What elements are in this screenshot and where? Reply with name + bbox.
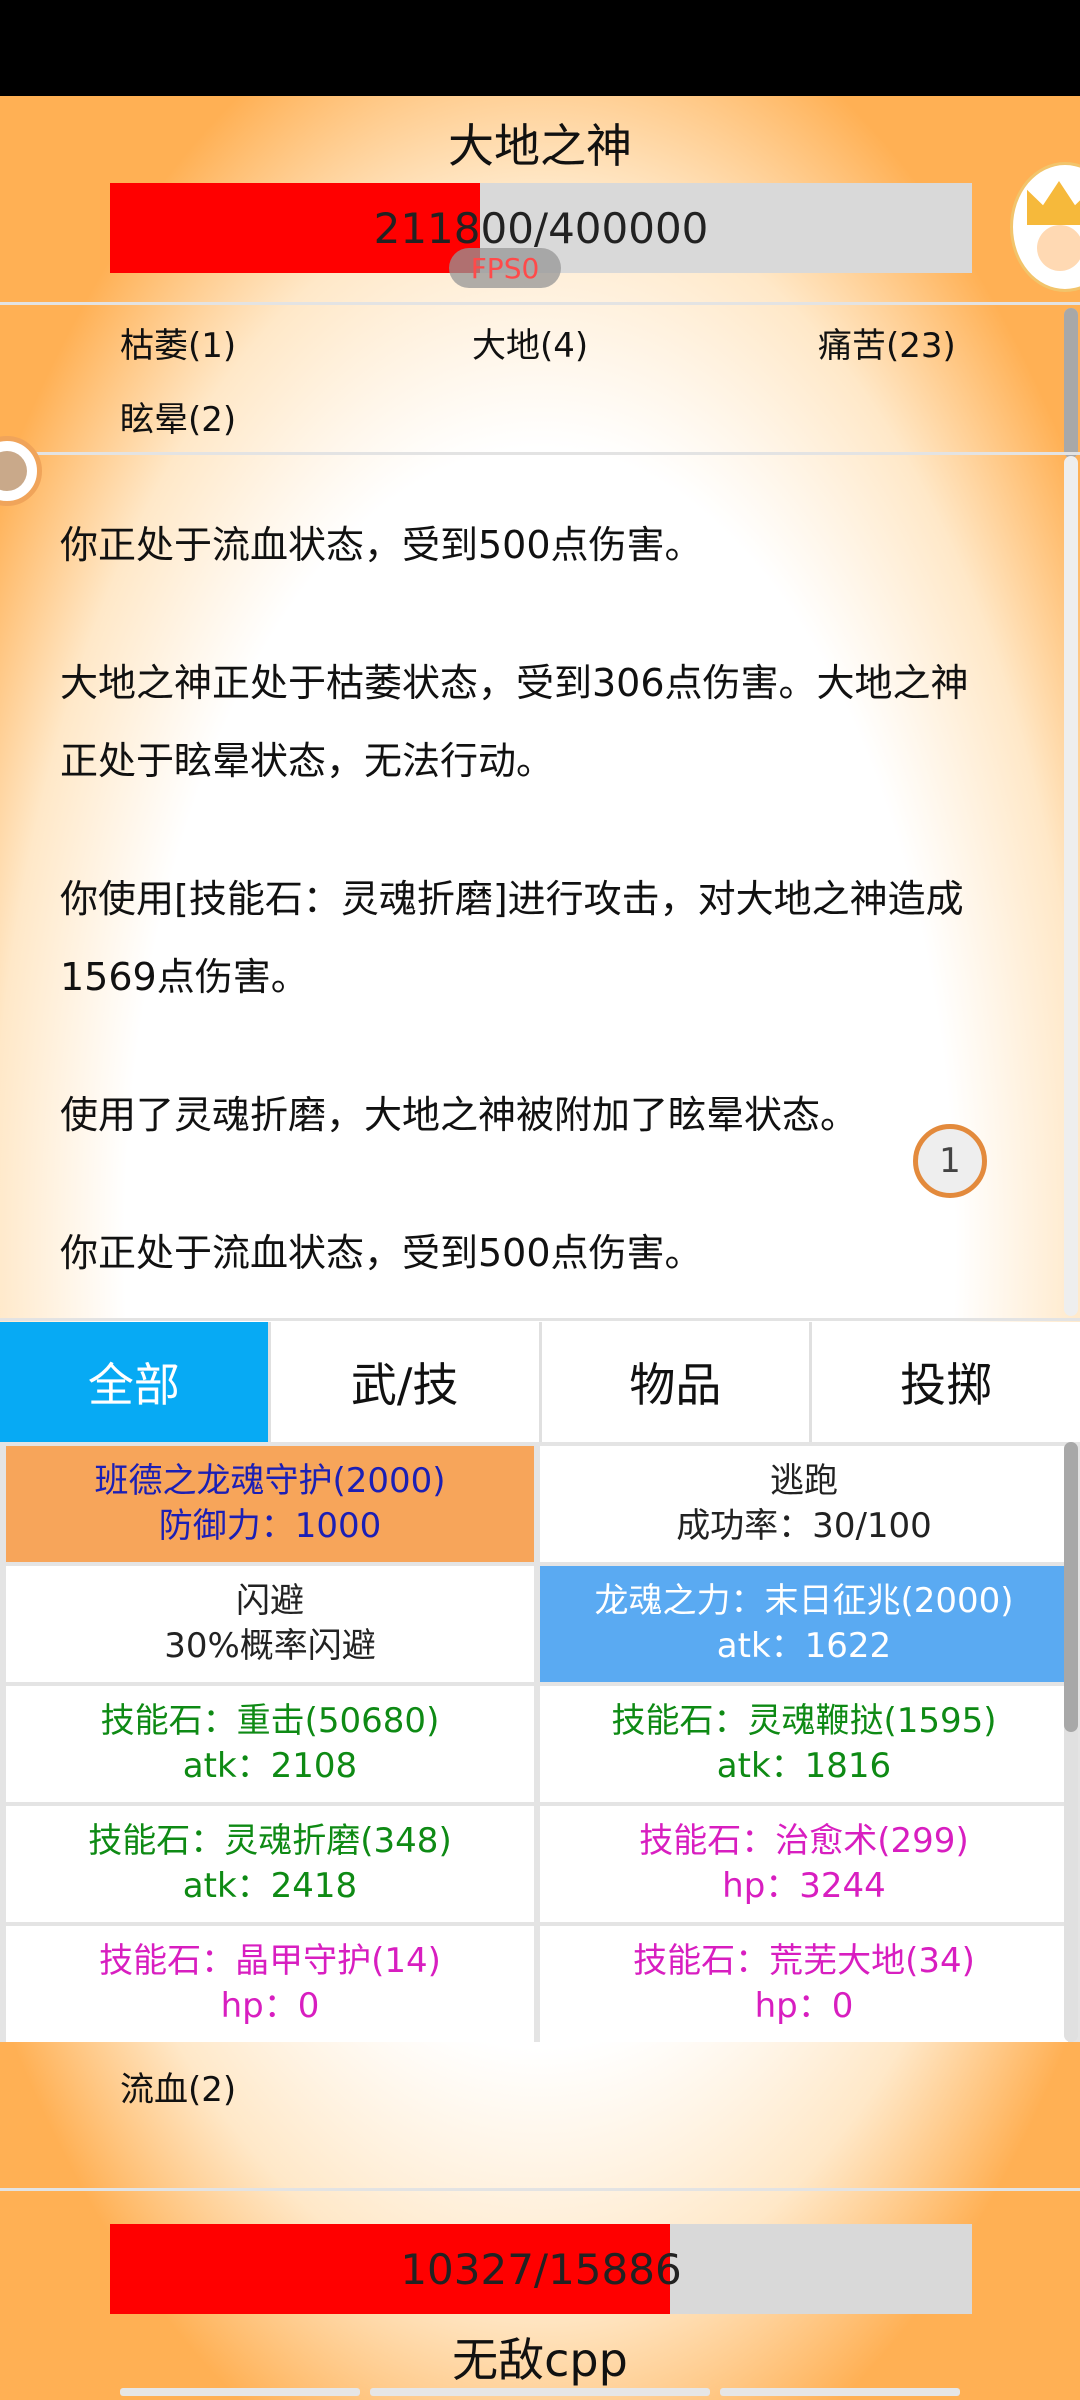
dodge-button[interactable]: 闪避 30%概率闪避 [6,1566,534,1682]
skill-button[interactable]: 技能石：灵魂鞭挞(1595) atk：1816 [540,1686,1068,1802]
boss-status-pain: 痛苦(23) [818,326,956,366]
skill-stat: atk：2108 [182,1746,358,1786]
bottom-slot[interactable] [120,2388,360,2396]
log-scroll-track[interactable] [1064,456,1078,1316]
skill-stat: hp：0 [754,1986,854,2026]
battle-log: 你正处于流血状态，受到500点伤害。 大地之神正处于枯萎状态，受到306点伤害。… [60,506,1000,1352]
skill-stat: 成功率：30/100 [676,1506,932,1546]
crown-icon [1027,181,1080,225]
bottom-slot[interactable] [370,2388,710,2396]
divider [0,302,1080,305]
skill-stat: hp：0 [220,1986,320,2026]
log-entry: 你正处于流血状态，受到500点伤害。 [60,523,703,567]
divider [0,2188,1080,2191]
skill-name: 技能石：晶甲守护(14) [99,1941,441,1981]
divider [0,1318,1080,1321]
boss-status-stun: 眩晕(2) [120,400,237,440]
tab-throw[interactable]: 投掷 [812,1322,1080,1442]
skill-button[interactable]: 技能石：灵魂折磨(348) atk：2418 [6,1806,534,1922]
skill-button[interactable]: 技能石：荒芜大地(34) hp：0 [540,1926,1068,2042]
skill-name: 技能石：治愈术(299) [639,1821,969,1861]
log-entry: 使用了灵魂折磨，大地之神被附加了眩晕状态。 [60,1093,859,1137]
action-tabs: 全部 武/技 物品 投掷 [0,1322,1080,1442]
skill-button[interactable]: 班德之龙魂守护(2000) 防御力：1000 [6,1446,534,1562]
skill-stat: atk：1622 [716,1626,892,1666]
skill-stat: hp：3244 [722,1866,886,1906]
player-name: 无敌cpp [452,2333,628,2387]
skill-stat: atk：2418 [182,1866,358,1906]
skill-grid: 班德之龙魂守护(2000) 防御力：1000 逃跑 成功率：30/100 闪避 … [0,1442,1080,2042]
log-entry: 你使用[技能石：灵魂折磨]进行攻击，对大地之神造成1569点伤害。 [60,877,964,999]
log-entry: 大地之神正处于枯萎状态，受到306点伤害。大地之神正处于眩晕状态，无法行动。 [60,661,969,783]
status-scroll-track[interactable] [1064,308,1078,458]
skill-name: 技能石：灵魂鞭挞(1595) [611,1701,997,1741]
skill-button[interactable]: 技能石：重击(50680) atk：2108 [6,1686,534,1802]
boss-status-withered: 枯萎(1) [120,326,237,366]
skill-name: 技能石：重击(50680) [100,1701,440,1741]
floating-assist-button[interactable] [0,436,42,506]
skill-name: 班德之龙魂守护(2000) [94,1461,446,1501]
skill-stat: atk：1816 [716,1746,892,1786]
skill-name: 龙魂之力：末日征兆(2000) [594,1581,1014,1621]
assist-icon [0,451,27,491]
skill-button[interactable]: 技能石：治愈术(299) hp：3244 [540,1806,1068,1922]
system-status-bar [0,0,1080,96]
tab-weapon-skill[interactable]: 武/技 [270,1322,542,1442]
skill-button[interactable]: 技能石：晶甲守护(14) hp：0 [6,1926,534,2042]
skill-stat: 防御力：1000 [158,1506,382,1546]
divider [0,452,1080,455]
skill-name: 逃跑 [770,1461,838,1501]
boss-name: 大地之神 [448,119,632,173]
status-scroll-thumb[interactable] [1064,308,1078,458]
skill-name: 技能石：荒芜大地(34) [633,1941,975,1981]
skill-name: 技能石：灵魂折磨(348) [88,1821,452,1861]
counter-badge[interactable]: 1 [913,1124,987,1198]
skill-scroll-track[interactable] [1064,1442,1078,2042]
log-entry: 你正处于流血状态，受到500点伤害。 [60,1231,703,1275]
avatar[interactable] [1010,162,1080,292]
battle-screen: 大地之神 211800/400000 FPS0 枯萎(1) 大地(4) 痛苦(2… [0,96,1080,2400]
fps-badge: FPS0 [449,248,561,288]
skill-name: 闪避 [236,1581,304,1621]
player-hp-bar: 10327/15886 [110,2224,972,2314]
skill-scroll-thumb[interactable] [1064,1442,1078,1732]
boss-status-earth: 大地(4) [472,326,589,366]
player-status-bleed: 流血(2) [120,2070,237,2110]
skill-stat: 30%概率闪避 [164,1626,376,1666]
player-hp-text: 10327/15886 [400,2244,682,2294]
face-icon [1037,225,1080,271]
skill-button[interactable]: 龙魂之力：末日征兆(2000) atk：1622 [540,1566,1068,1682]
escape-button[interactable]: 逃跑 成功率：30/100 [540,1446,1068,1562]
tab-all[interactable]: 全部 [0,1322,271,1442]
tab-items[interactable]: 物品 [541,1322,813,1442]
bottom-slot[interactable] [720,2388,960,2396]
